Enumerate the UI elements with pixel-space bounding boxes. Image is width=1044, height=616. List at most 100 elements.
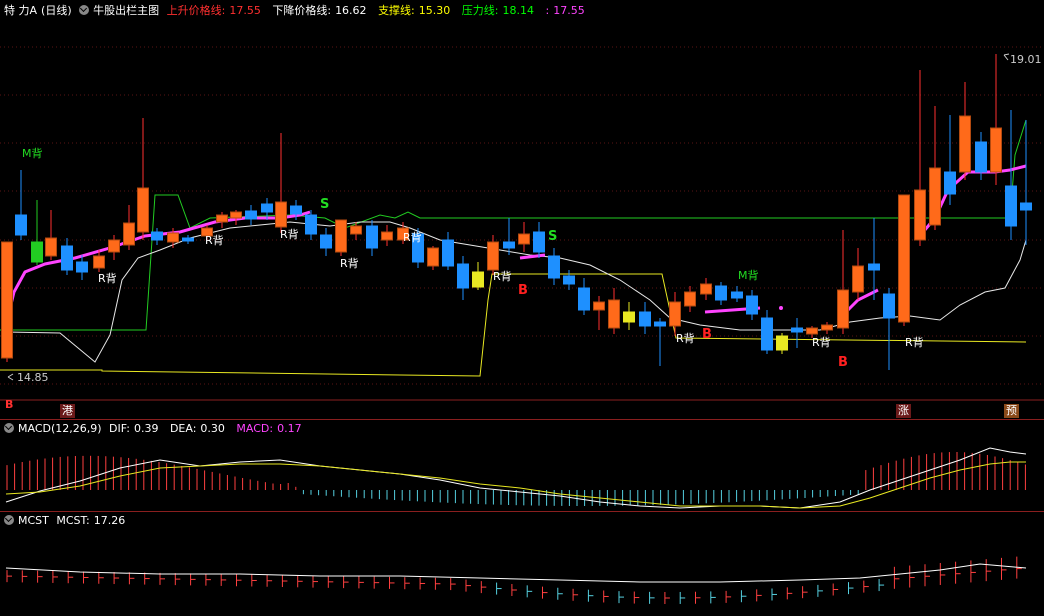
main-value-support: 支撑线: 15.30 <box>378 4 451 17</box>
candle-body <box>151 231 163 241</box>
candle-body <box>623 311 635 323</box>
candle <box>593 296 605 330</box>
candle-body <box>578 287 590 311</box>
candle-body <box>442 239 454 267</box>
b-label: B <box>702 327 712 342</box>
candle <box>761 310 773 354</box>
candle-body <box>593 301 605 311</box>
candle-body <box>76 261 88 273</box>
candle-body <box>320 234 332 249</box>
r-back-label: R背 <box>812 335 831 349</box>
candle-body <box>669 301 681 327</box>
macd-macd: MACD: 0.17 <box>236 422 302 435</box>
candle-body <box>533 231 545 253</box>
main-settings-gear-icon[interactable] <box>79 5 90 15</box>
candle <box>503 218 515 255</box>
r-back-label: R背 <box>98 271 117 285</box>
candle <box>61 238 73 275</box>
candle-body <box>1020 202 1032 211</box>
mcst-settings-gear-icon[interactable] <box>4 515 14 525</box>
candle <box>442 232 454 270</box>
main-chart[interactable]: M背 M背 R背 R背 R背 R背 R背 R背 R背 R背 R背 S S B B B 19.01 14.85 <box>0 20 1044 415</box>
rising-line-seg <box>519 253 546 260</box>
candle-body <box>868 263 880 271</box>
candle-body <box>654 321 666 327</box>
candle-body <box>837 289 849 329</box>
candle-body <box>487 241 499 271</box>
candle <box>487 235 499 275</box>
candle <box>959 82 971 180</box>
event-tag-rise[interactable]: 涨 <box>896 404 911 418</box>
macd-dif: DIF: 0.39 <box>109 422 159 435</box>
candle <box>427 246 439 270</box>
candle-body <box>746 295 758 315</box>
candle-body <box>852 265 864 293</box>
candle <box>852 248 864 300</box>
candle <box>275 133 287 233</box>
r-back-label: R背 <box>403 230 422 244</box>
candle <box>746 290 758 320</box>
candle-body <box>61 245 73 271</box>
pane-divider-1[interactable] <box>0 419 1044 420</box>
candle-body <box>791 327 803 333</box>
candle <box>700 278 712 300</box>
r-back-label: R背 <box>205 233 224 247</box>
candle-body <box>563 275 575 285</box>
candle-body <box>290 205 302 215</box>
candle-body <box>245 210 257 220</box>
macd-name[interactable]: MACD(12,26,9) <box>18 422 102 435</box>
mcst-chart[interactable] <box>0 528 1044 616</box>
candle <box>776 333 788 354</box>
candle <box>457 256 469 300</box>
main-value-pressure: 压力线: 18.14 <box>461 4 534 17</box>
indicator-name[interactable]: 牛股出栏主图 <box>93 4 159 17</box>
candle-body <box>167 232 179 243</box>
candle <box>45 210 57 260</box>
main-value-down-line: 下降价格线: 16.62 <box>272 4 367 17</box>
candle-body <box>335 219 347 253</box>
candle-body <box>1005 185 1017 227</box>
candle-body <box>427 247 439 267</box>
candle <box>868 218 880 300</box>
low-pointer-icon <box>7 373 14 381</box>
period-label[interactable]: (日线) <box>41 4 72 17</box>
stock-name[interactable]: 特 力A <box>4 4 37 17</box>
candle-body <box>914 189 926 241</box>
candle <box>76 255 88 280</box>
macd-chart[interactable] <box>0 436 1044 510</box>
rising-line <box>4 210 311 326</box>
candle <box>883 288 895 370</box>
r-back-label: R背 <box>676 331 695 345</box>
macd-settings-gear-icon[interactable] <box>4 423 14 433</box>
candle-body <box>898 194 910 323</box>
candle-body <box>700 283 712 295</box>
candle-body <box>350 225 362 235</box>
candle-body <box>472 271 484 288</box>
candle-body <box>959 115 971 173</box>
candle-body <box>503 241 515 249</box>
m-back-label: M背 <box>22 146 43 160</box>
candle-body <box>275 201 287 228</box>
r-back-label: R背 <box>493 269 512 283</box>
pane-divider-2[interactable] <box>0 511 1044 512</box>
candle-body <box>990 127 1002 173</box>
candle-body <box>684 291 696 307</box>
candle <box>108 235 120 260</box>
pressure-line <box>0 119 1027 331</box>
high-price-label: 19.01 <box>1010 53 1042 66</box>
candle <box>137 118 149 240</box>
candle-body <box>182 237 194 242</box>
mcst-name[interactable]: MCST <box>18 514 49 527</box>
candle <box>320 228 332 256</box>
candle-body <box>929 167 941 226</box>
event-tag-forecast[interactable]: 预 <box>1004 404 1019 418</box>
event-tag-port[interactable]: 港 <box>60 404 75 418</box>
candle <box>944 115 956 205</box>
candle <box>990 54 1002 185</box>
left-b-marker: B <box>5 398 14 411</box>
candle <box>1020 120 1032 245</box>
candle <box>381 225 393 246</box>
candle <box>669 292 681 336</box>
candle <box>305 210 317 240</box>
candle <box>623 302 635 330</box>
